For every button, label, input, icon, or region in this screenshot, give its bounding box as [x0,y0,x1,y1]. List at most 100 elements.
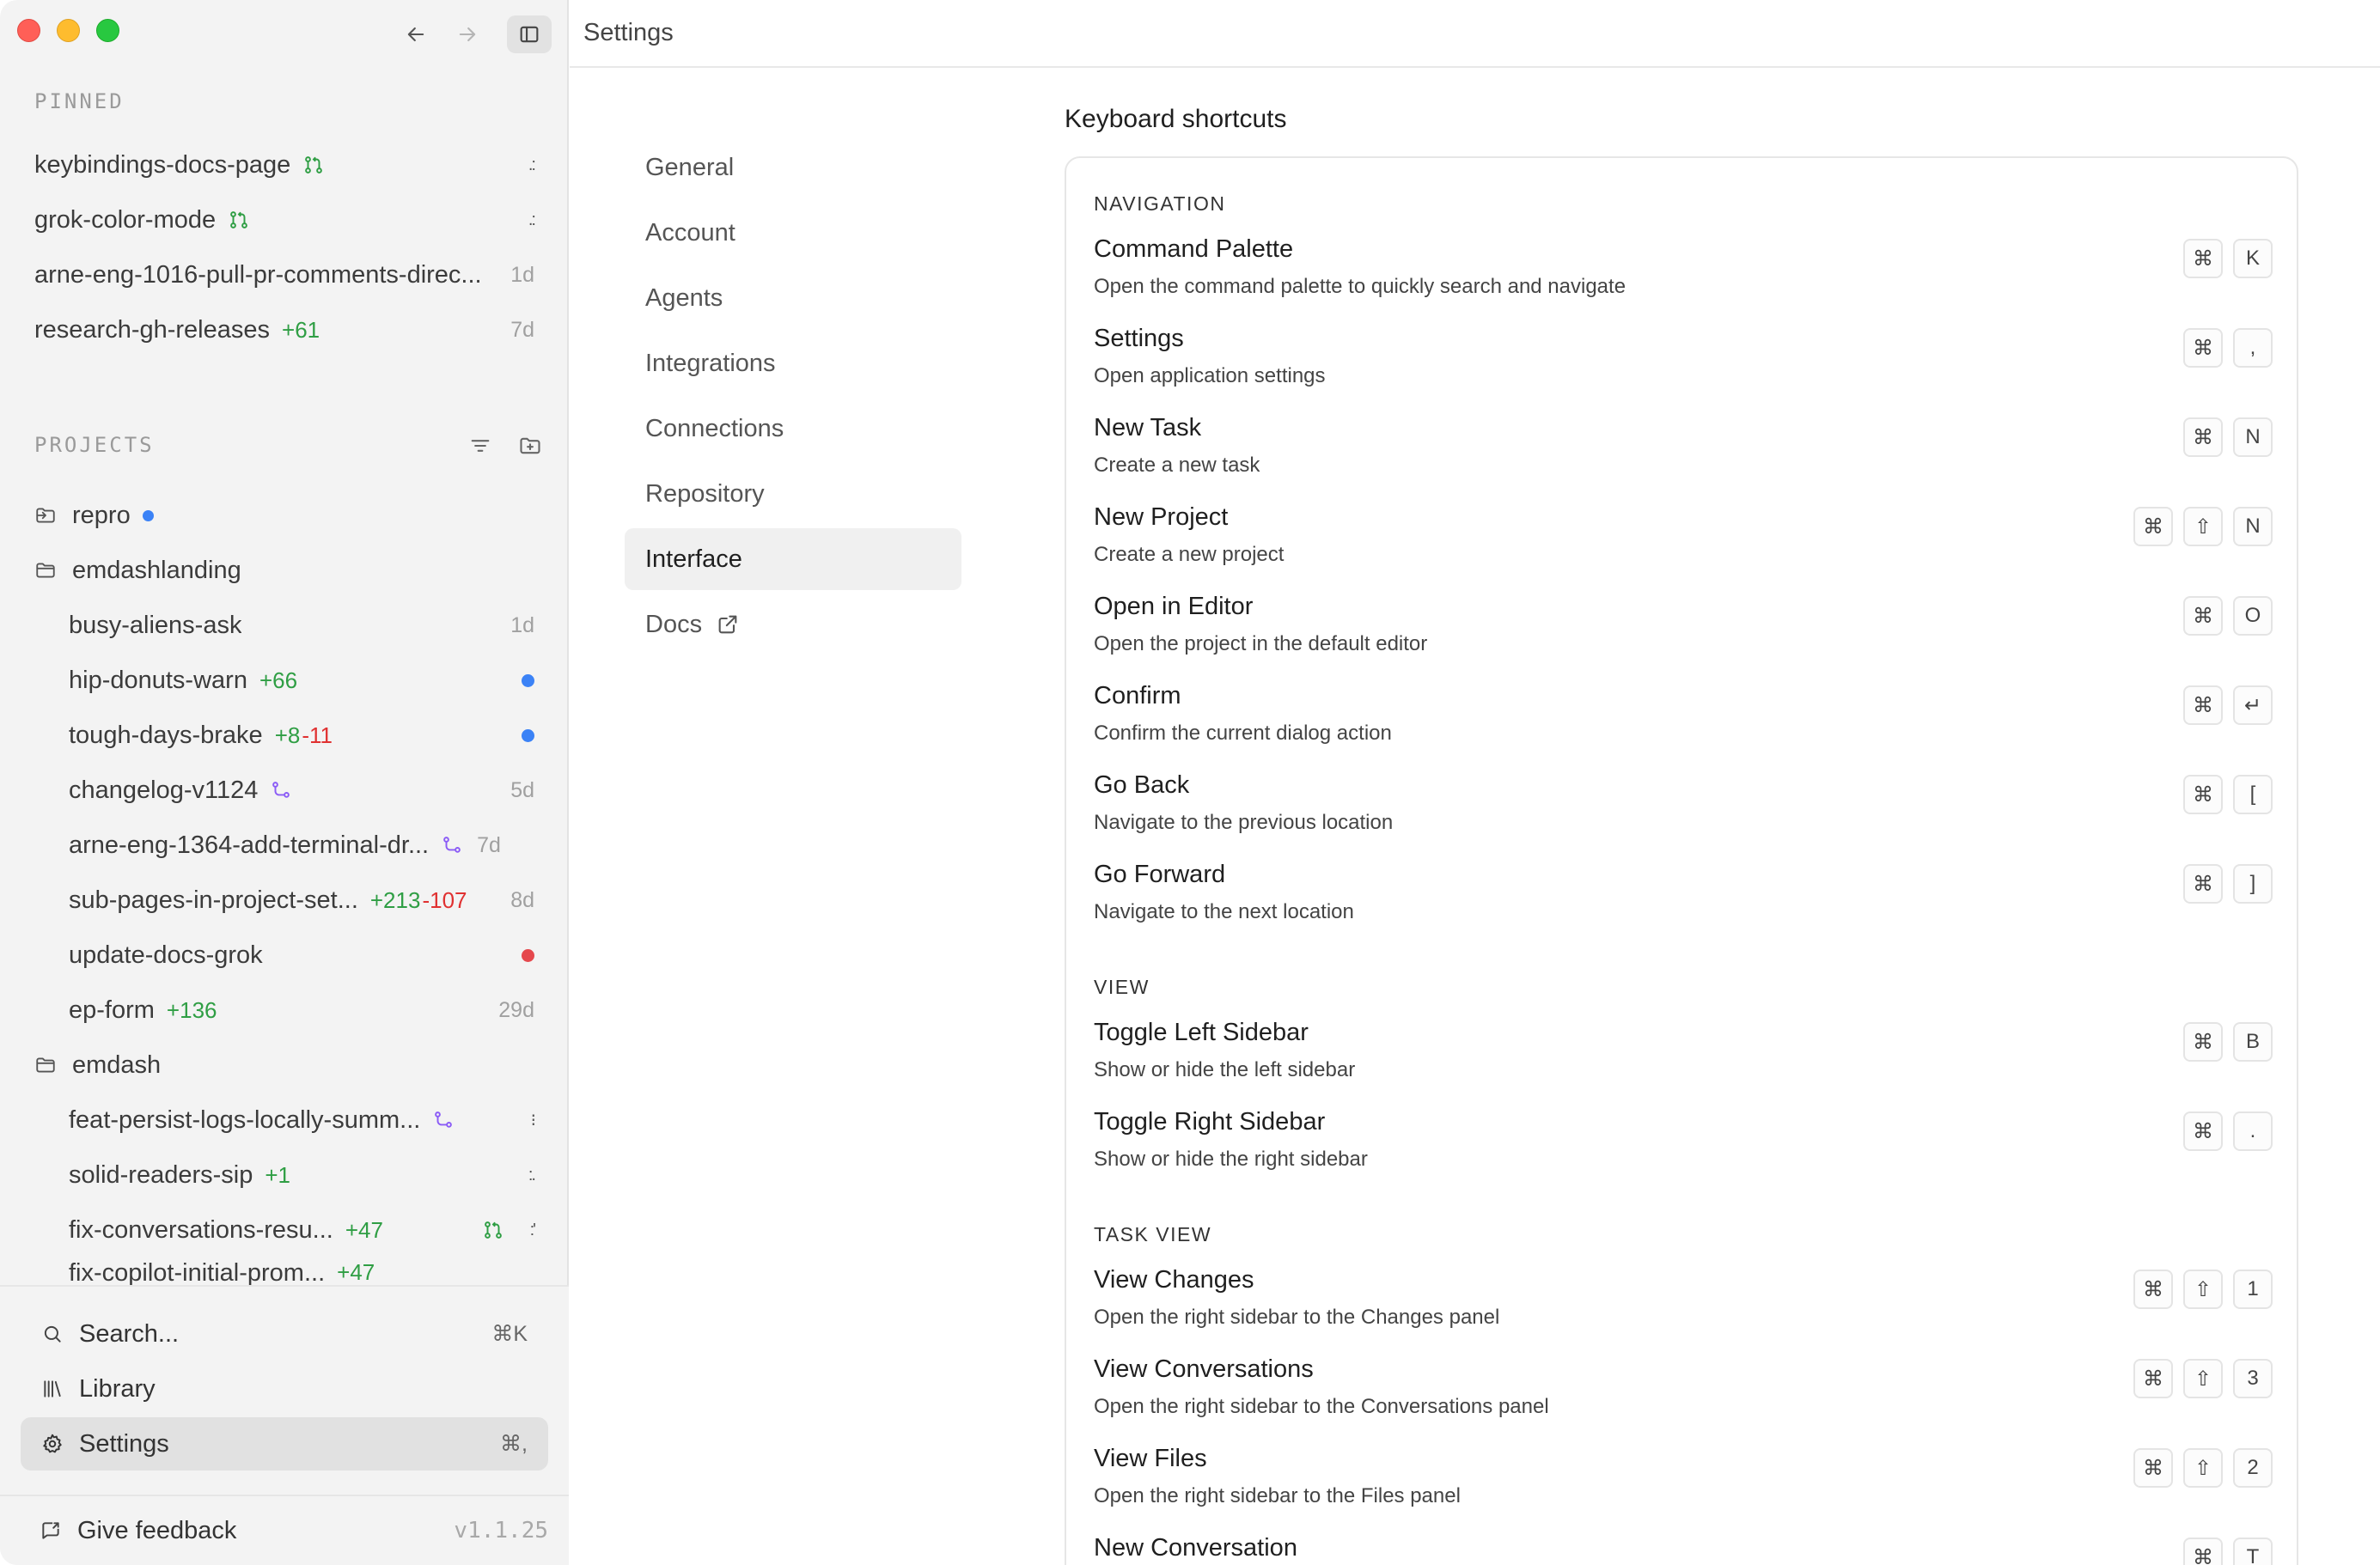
key-cap: 3 [2233,1359,2273,1398]
loading-indicator-icon: ⁝ [530,1111,537,1130]
key-cap: ⌘ [2183,596,2223,636]
shortcut-keys[interactable]: ⌘] [2183,864,2273,904]
loading-indicator-icon: .: [528,155,536,174]
shortcut-keys[interactable]: ⌘ N [2183,417,2273,457]
folder-icon [34,559,57,582]
settings-button[interactable]: Settings ⌘, [21,1417,548,1471]
close-window-button[interactable] [17,19,40,42]
add-project-button[interactable] [509,426,552,466]
shortcut-keys[interactable]: ⌘ O [2183,596,2273,636]
minimize-window-button[interactable] [57,19,80,42]
shortcut-keys[interactable]: ⌘ ↵ [2183,685,2273,725]
task-name: grok-color-mode [34,205,217,234]
lines-removed: -107 [422,886,467,913]
settings-nav-interface[interactable]: Interface [625,528,961,590]
task-item[interactable]: update-docs-grok [55,929,548,981]
shortcut-keys[interactable]: ⌘ ⇧ 3 [2133,1359,2273,1398]
shortcut-keys[interactable]: ⌘ ⇧ N [2133,507,2273,546]
lines-added: +136 [166,996,217,1023]
key-cap: N [2233,507,2273,546]
library-button[interactable]: Library [21,1362,548,1416]
settings-shortcut: ⌘, [500,1432,528,1456]
task-name: hip-donuts-warn [69,666,247,694]
projects-section-label: PROJECTS [34,433,155,457]
shortcut-keys[interactable]: ⌘ T [2183,1538,2273,1565]
lines-added: +47 [345,1216,383,1243]
pinned-task[interactable]: keybindings-docs-page .: [21,139,548,191]
task-item[interactable]: fix-conversations-resu... +47 :' [55,1204,548,1256]
filter-icon [471,440,490,452]
key-cap: ⇧ [2183,1448,2223,1488]
shortcuts-card: NAVIGATION Command Palette Open the comma… [1065,156,2298,1565]
give-feedback-button[interactable]: Give feedback v1.1.25 [0,1495,569,1565]
task-item[interactable]: busy-aliens-ask 1d [55,600,548,651]
task-name: fix-conversations-resu... [69,1215,333,1244]
project-item-repro[interactable]: repro [21,490,548,541]
task-name: update-docs-grok [69,941,263,969]
shortcut-title: View Conversations [1094,1355,1314,1383]
shortcut-keys[interactable]: ⌘[ [2183,775,2273,814]
task-item[interactable]: solid-readers-sip +1 :. [55,1149,548,1201]
settings-nav-integrations[interactable]: Integrations [625,332,961,394]
docs-label: Docs [645,610,703,638]
filter-projects-button[interactable] [459,426,502,466]
shortcut-keys[interactable]: ⌘, [2183,328,2273,368]
lines-added: +8 [274,722,301,748]
task-item[interactable]: hip-donuts-warn +66 [55,655,548,706]
shortcut-row: Command Palette Open the command palette … [1094,235,2273,325]
task-item[interactable]: sub-pages-in-project-set... +213 -107 8d [55,874,548,926]
pinned-task[interactable]: research-gh-releases +61 7d [21,304,548,356]
library-icon [41,1378,64,1400]
key-cap: , [2233,328,2273,368]
settings-nav-general[interactable]: General [625,137,961,198]
shortcut-keys[interactable]: ⌘ ⇧ 1 [2133,1270,2273,1309]
loading-indicator-icon: .: [528,210,536,229]
status-dot [522,673,534,687]
task-age: 8d [510,887,534,912]
shortcut-title: Confirm [1094,682,1181,709]
shortcut-title: Toggle Right Sidebar [1094,1108,1326,1136]
task-item[interactable]: ep-form +136 29d [55,984,548,1036]
forward-button[interactable] [445,15,490,53]
key-cap: ⌘ [2183,417,2223,457]
pinned-task[interactable]: grok-color-mode .: [21,194,548,246]
settings-nav-connections[interactable]: Connections [625,398,961,460]
task-item[interactable]: fix-copilot-initial-prom... +47 [55,1259,548,1285]
library-label: Library [79,1374,156,1403]
task-item[interactable]: arne-eng-1364-add-terminal-dr... 7d [55,819,548,871]
pinned-task[interactable]: arne-eng-1016-pull-pr-comments-direc... … [21,249,548,301]
key-cap: ⌘ [2183,328,2223,368]
lines-removed: -11 [302,722,333,748]
task-item[interactable]: feat-persist-logs-locally-summ... ⁝ [55,1094,548,1146]
shortcut-keys[interactable]: ⌘ B [2183,1022,2273,1062]
project-item-emdashlanding[interactable]: emdashlanding [21,545,548,596]
search-button[interactable]: Search... ⌘K [21,1307,548,1361]
task-item[interactable]: tough-days-brake +8 -11 [55,709,548,761]
shortcut-row: Toggle Right Sidebar Show or hide the rig… [1094,1108,2273,1197]
key-cap: 2 [2233,1448,2273,1488]
shortcut-keys[interactable]: ⌘. [2183,1111,2273,1151]
settings-nav-account[interactable]: Account [625,202,961,264]
shortcut-keys[interactable]: ⌘ ⇧ 2 [2133,1448,2273,1488]
key-cap: ⌘ [2183,864,2223,904]
gear-icon [41,1433,64,1455]
settings-nav-docs[interactable]: Docs [625,594,961,655]
shortcut-row: Open in Editor Open the project in the de… [1094,593,2273,682]
shortcut-title: Toggle Left Sidebar [1094,1019,1309,1046]
settings-nav-repository[interactable]: Repository [625,463,961,525]
status-dot [142,509,154,521]
left-sidebar: PINNED keybindings-docs-page .: grok-col… [0,0,569,1565]
settings-nav-agents[interactable]: Agents [625,267,961,329]
key-cap: ⌘ [2183,685,2223,725]
back-button[interactable] [394,15,438,53]
zoom-window-button[interactable] [96,19,119,42]
shortcut-description: Open the right sidebar to the Changes pa… [1094,1306,1500,1329]
project-item-emdash[interactable]: emdash [21,1039,548,1091]
project-name: emdash [72,1050,162,1079]
shortcut-keys[interactable]: ⌘ K [2183,239,2273,278]
shortcut-title: Go Back [1094,771,1190,799]
toggle-sidebar-button[interactable] [507,15,552,53]
task-item[interactable]: changelog-v1124 5d [55,764,548,816]
shortcut-row: Go Back Navigate to the previous location… [1094,771,2273,861]
folder-icon [34,1054,57,1076]
